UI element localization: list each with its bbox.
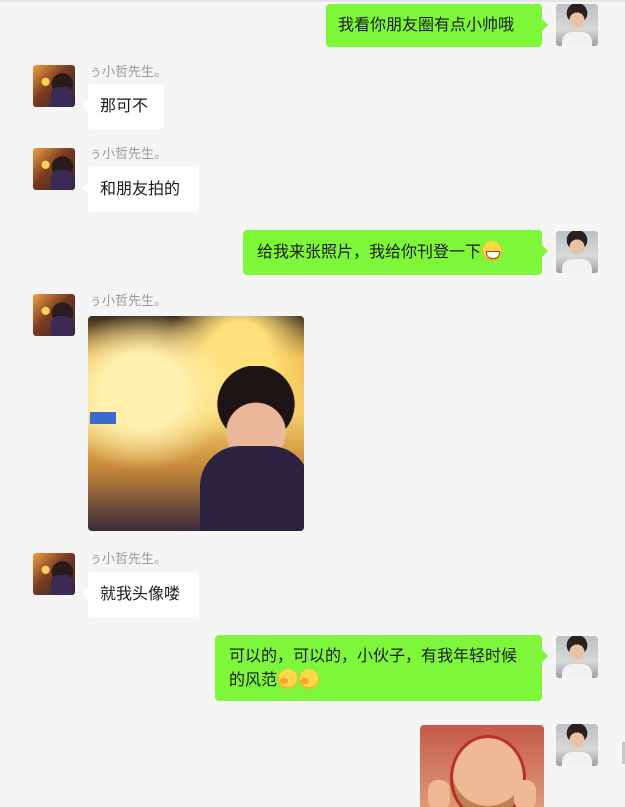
message-bubble-2[interactable]: 那可不 (82, 84, 164, 129)
self-avatar[interactable] (556, 724, 598, 766)
self-avatar[interactable] (556, 636, 598, 678)
shared-photo[interactable] (88, 316, 304, 531)
photo-street-sign (90, 412, 116, 424)
self-avatar[interactable] (556, 4, 598, 46)
grinning-face-emoji-icon (482, 241, 503, 261)
hand-over-mouth-emoji-icon (278, 669, 299, 689)
message-bubble-1[interactable]: 我看你朋友圈有点小帅哦 (326, 4, 548, 47)
contact-avatar[interactable] (33, 294, 75, 336)
hand-over-mouth-emoji-icon (299, 669, 320, 689)
contact-nickname: ぅ小哲先生。 (89, 147, 168, 162)
self-avatar[interactable] (556, 231, 598, 273)
message-bubble-7[interactable]: 可以的，可以的，小伙子，有我年轻时候的风范 (215, 635, 548, 701)
message-text-1: 我看你朋友圈有点小帅哦 (338, 15, 515, 34)
sticker-image[interactable] (420, 725, 544, 807)
message-bubble-6[interactable]: 就我头像喽 (82, 572, 199, 617)
top-divider (0, 0, 625, 2)
contact-nickname: ぅ小哲先生。 (89, 552, 168, 567)
sticker-right-hand (514, 780, 536, 807)
contact-avatar[interactable] (33, 65, 75, 107)
contact-nickname: ぅ小哲先生。 (89, 294, 168, 309)
chat-window: 我看你朋友圈有点小帅哦 ぅ小哲先生。 那可不 ぅ小哲先生。 和朋友拍的 给我来张… (0, 0, 625, 807)
contact-avatar[interactable] (33, 553, 75, 595)
message-text-7: 可以的，可以的，小伙子，有我年轻时候的风范 (229, 646, 518, 689)
sticker-left-hand (428, 780, 450, 807)
contact-nickname: ぅ小哲先生。 (89, 65, 168, 80)
message-bubble-3[interactable]: 和朋友拍的 (82, 167, 199, 212)
contact-avatar[interactable] (33, 148, 75, 190)
photo-person-body (200, 446, 304, 531)
message-text-4: 给我来张照片，我给你刊登一下 (257, 242, 482, 261)
message-text-3: 和朋友拍的 (100, 179, 181, 198)
message-text-6: 就我头像喽 (100, 584, 181, 603)
message-text-2: 那可不 (100, 96, 149, 115)
message-bubble-4[interactable]: 给我来张照片，我给你刊登一下 (243, 230, 548, 275)
